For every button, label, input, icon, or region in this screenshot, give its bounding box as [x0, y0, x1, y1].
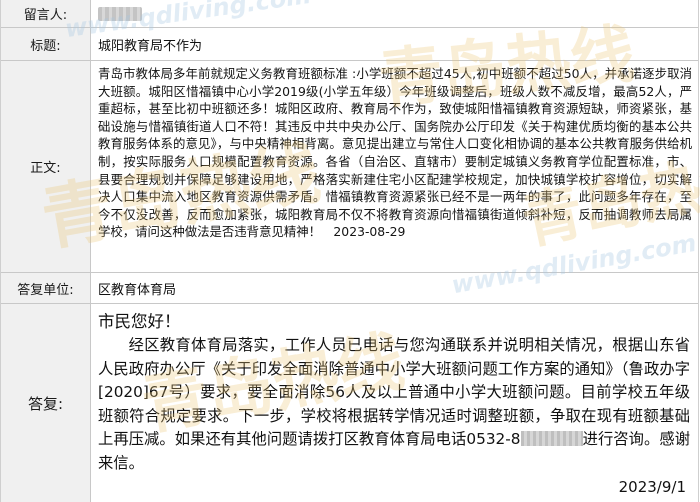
reply-text: 经区教育体育局落实，工作人员已电话与您沟通联系并说明相关情况，根据山东省人民政府…: [98, 334, 690, 475]
unit-value: 区教育体育局: [98, 282, 177, 298]
phone-redacted: [520, 431, 583, 446]
reply-box: 市民您好！ 经区教育体育局落实，工作人员已电话与您沟通联系并说明相关情况，根据山…: [98, 310, 690, 498]
body-label: 正文:: [1, 61, 91, 272]
message-sheet: 留言人: 标题: 城阳教育局不作为 正文: 青岛市教体局多年前就规定义务教育班额…: [0, 0, 699, 502]
title-label: 标题:: [1, 28, 91, 60]
unit-row: 答复单位: 区教育体育局: [1, 273, 698, 304]
unit-label: 答复单位:: [1, 273, 91, 303]
title-value: 城阳教育局不作为: [98, 38, 203, 54]
reply-label: 答复:: [1, 304, 91, 502]
reply-date: 2023/9/1: [618, 478, 686, 496]
body-text: 青岛市教体局多年前就规定义务教育班额标准 :小学班额不超过45人,初中班额不超过…: [98, 66, 692, 240]
author-redacted: [98, 6, 142, 21]
author-label: 留言人:: [1, 0, 91, 27]
title-row: 标题: 城阳教育局不作为: [1, 28, 698, 61]
author-row: 留言人:: [1, 0, 698, 28]
reply-greeting: 市民您好！: [98, 312, 181, 331]
author-value: [92, 0, 698, 27]
body-row: 正文: 青岛市教体局多年前就规定义务教育班额标准 :小学班额不超过45人,初中班…: [1, 61, 698, 273]
reply-row: 答复: 市民您好！ 经区教育体育局落实，工作人员已电话与您沟通联系并说明相关情况…: [1, 304, 698, 502]
